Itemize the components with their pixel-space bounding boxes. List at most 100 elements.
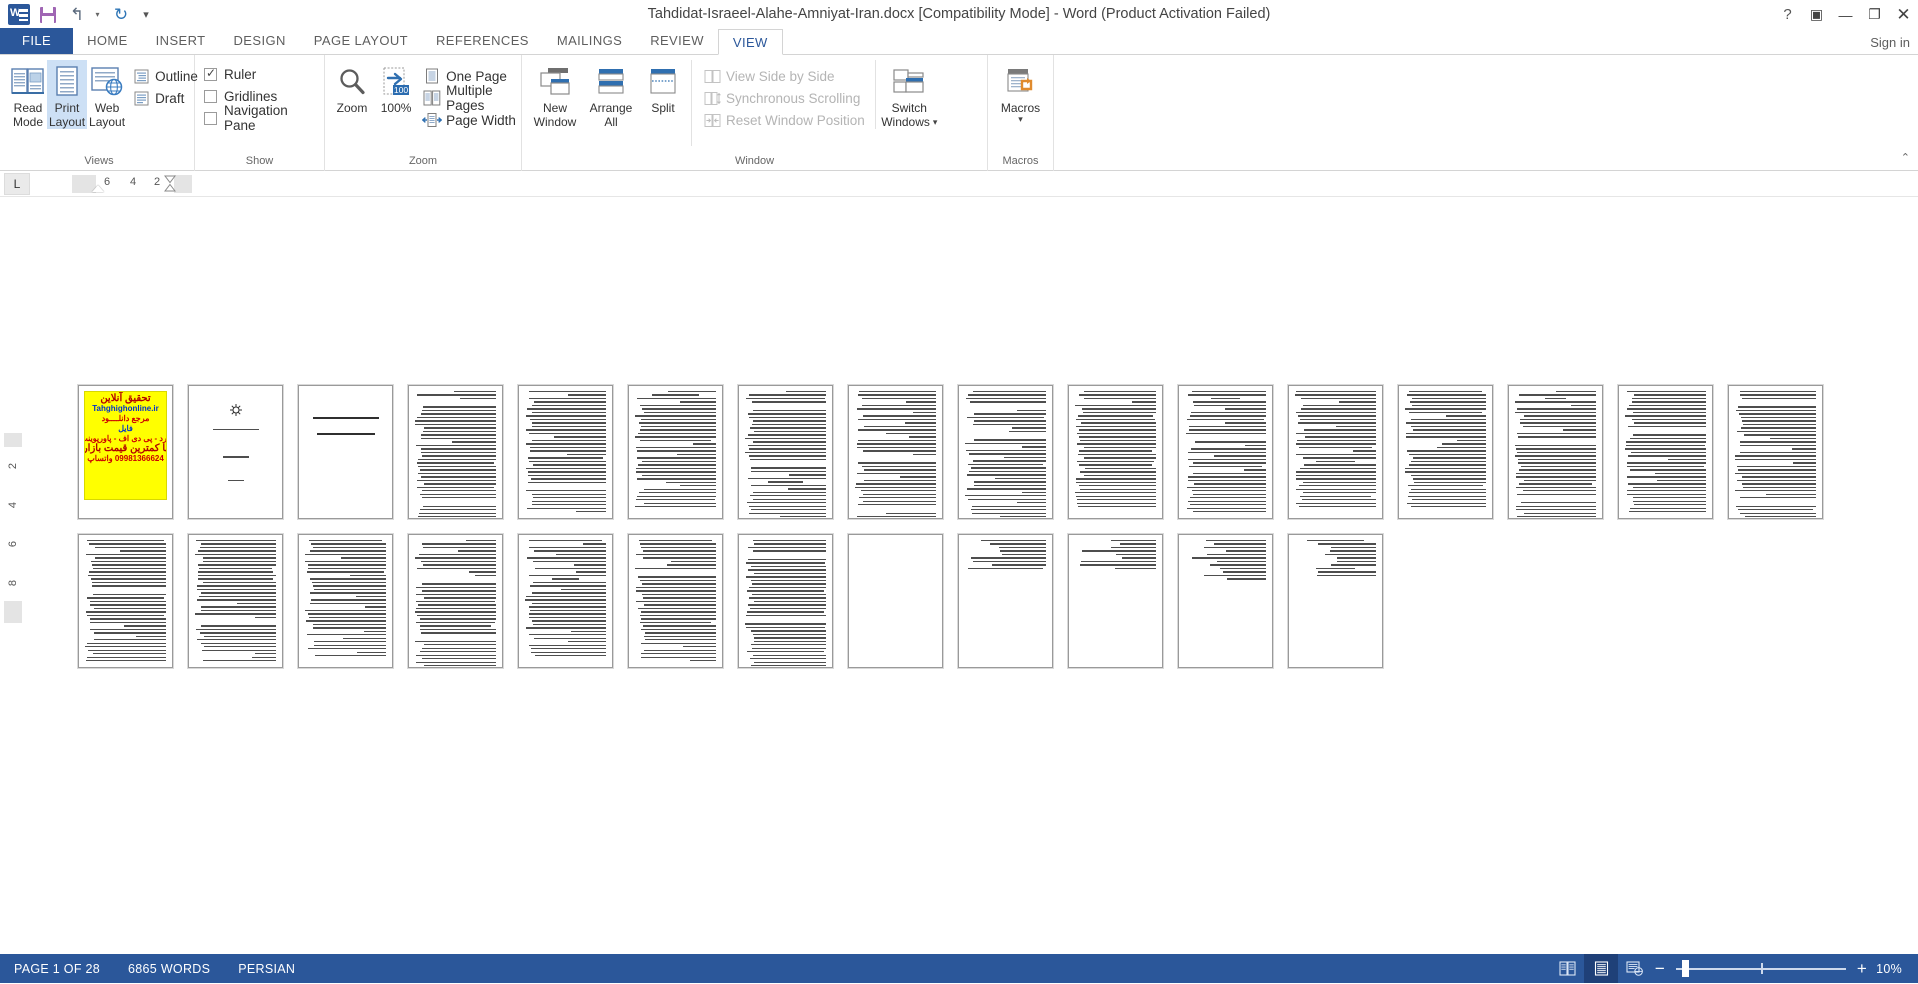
vruler-mark-8: 8 bbox=[7, 579, 19, 586]
zoom-button[interactable]: Zoom bbox=[330, 60, 374, 115]
text-line bbox=[305, 609, 386, 612]
macros-button[interactable]: Macros ▾ bbox=[993, 60, 1048, 124]
outline-button[interactable]: Outline bbox=[131, 65, 198, 87]
ribbon-display-options-button[interactable]: ▣ bbox=[1802, 0, 1831, 29]
left-indent-marker[interactable] bbox=[92, 184, 104, 192]
tab-design[interactable]: DESIGN bbox=[220, 28, 300, 54]
new-window-button[interactable]: New Window bbox=[527, 60, 583, 129]
print-layout-view-button[interactable] bbox=[1584, 954, 1618, 983]
page-thumbnail[interactable] bbox=[1178, 385, 1273, 519]
zoom-slider-handle[interactable] bbox=[1682, 960, 1689, 977]
zoom-slider[interactable] bbox=[1676, 954, 1846, 983]
text-line bbox=[1329, 550, 1376, 552]
page-thumbnail[interactable] bbox=[738, 385, 833, 519]
switch-windows-button[interactable]: Switch Windows ▾ bbox=[874, 60, 939, 129]
tab-references[interactable]: REFERENCES bbox=[422, 28, 543, 54]
page-thumbnail[interactable] bbox=[1068, 534, 1163, 668]
page-thumbnail[interactable] bbox=[408, 385, 503, 519]
page-width-button[interactable]: Page Width bbox=[422, 109, 516, 131]
vertical-ruler[interactable]: 2 4 6 8 bbox=[4, 447, 22, 602]
page-thumbnail[interactable] bbox=[958, 385, 1053, 519]
close-button[interactable]: ✕ bbox=[1889, 0, 1918, 29]
undo-button[interactable]: ↰ bbox=[64, 3, 90, 27]
page-thumbnail[interactable] bbox=[1728, 385, 1823, 519]
tab-stop-selector[interactable]: L bbox=[4, 172, 30, 195]
page-thumbnail[interactable] bbox=[188, 534, 283, 668]
print-layout-button[interactable]: Print Layout bbox=[47, 60, 88, 129]
reset-window-position-button[interactable]: Reset Window Position bbox=[702, 109, 865, 131]
tab-page-layout[interactable]: PAGE LAYOUT bbox=[300, 28, 422, 54]
word-count[interactable]: 6865 WORDS bbox=[114, 962, 224, 976]
page-indicator[interactable]: PAGE 1 OF 28 bbox=[0, 962, 114, 976]
view-side-by-side-button[interactable]: View Side by Side bbox=[702, 65, 865, 87]
language-indicator[interactable]: PERSIAN bbox=[224, 962, 309, 976]
text-line bbox=[415, 586, 496, 589]
horizontal-ruler[interactable]: 6 4 2 bbox=[72, 174, 192, 193]
minimize-button[interactable]: — bbox=[1831, 0, 1860, 29]
tab-mailings[interactable]: MAILINGS bbox=[543, 28, 636, 54]
page-thumbnail[interactable] bbox=[628, 534, 723, 668]
text-line bbox=[857, 429, 936, 431]
tab-view[interactable]: VIEW bbox=[717, 29, 783, 55]
read-mode-button[interactable]: Read Mode bbox=[9, 60, 47, 129]
text-line bbox=[417, 416, 496, 419]
text-line bbox=[745, 451, 826, 454]
text-line bbox=[421, 632, 496, 634]
text-line bbox=[1204, 546, 1266, 549]
navigation-pane-checkbox[interactable]: Navigation Pane bbox=[204, 103, 319, 133]
page-thumbnail[interactable] bbox=[1398, 385, 1493, 519]
restore-button[interactable]: ❐ bbox=[1860, 0, 1889, 29]
page-thumbnail[interactable] bbox=[628, 385, 723, 519]
save-button[interactable] bbox=[35, 3, 61, 27]
tab-insert[interactable]: INSERT bbox=[142, 28, 220, 54]
page-thumbnail[interactable] bbox=[78, 534, 173, 668]
page-thumbnail[interactable] bbox=[298, 385, 393, 519]
zoom-in-button[interactable]: + bbox=[1854, 959, 1870, 979]
page-thumbnail[interactable] bbox=[518, 534, 613, 668]
page-thumbnail[interactable] bbox=[958, 534, 1053, 668]
zoom-level-label[interactable]: 10% bbox=[1870, 962, 1912, 976]
help-button[interactable]: ? bbox=[1773, 0, 1802, 29]
text-line bbox=[787, 488, 826, 490]
document-canvas[interactable]: 2 4 6 8 تحقیق آنلاین Tahghighonline.ir م… bbox=[0, 197, 1918, 954]
multiple-pages-button[interactable]: Multiple Pages bbox=[422, 83, 516, 113]
page-thumbnail[interactable] bbox=[1178, 534, 1273, 668]
page-thumbnail[interactable] bbox=[188, 385, 283, 519]
chevron-up-icon[interactable]: ⌃ bbox=[1901, 151, 1910, 164]
text-line bbox=[1412, 457, 1486, 459]
page-thumbnail[interactable] bbox=[408, 534, 503, 668]
tab-home[interactable]: HOME bbox=[73, 28, 142, 54]
text-line bbox=[644, 639, 716, 641]
text-line bbox=[638, 422, 716, 424]
page-thumbnail[interactable] bbox=[848, 534, 943, 668]
zoom-out-button[interactable]: − bbox=[1652, 959, 1668, 979]
draft-button[interactable]: Draft bbox=[131, 87, 198, 109]
page-thumbnail[interactable] bbox=[848, 385, 943, 519]
arrange-all-button[interactable]: Arrange All bbox=[583, 60, 639, 129]
page-thumbnail[interactable] bbox=[518, 385, 613, 519]
web-layout-button[interactable]: Web Layout bbox=[87, 60, 127, 129]
page-thumbnail[interactable] bbox=[1618, 385, 1713, 519]
page-thumbnail[interactable]: تحقیق آنلاین Tahghighonline.ir مرجع دانل… bbox=[78, 385, 173, 519]
zoom-100-button[interactable]: 100 100% bbox=[374, 60, 418, 115]
sign-in-link[interactable]: Sign in bbox=[1870, 35, 1910, 50]
page-thumbnail[interactable] bbox=[1068, 385, 1163, 519]
page-thumbnail[interactable] bbox=[738, 534, 833, 668]
text-line bbox=[751, 509, 826, 511]
repeat-button[interactable]: ↻ bbox=[108, 3, 134, 27]
text-line bbox=[863, 479, 936, 482]
tab-file[interactable]: FILE bbox=[0, 28, 74, 54]
page-thumbnail[interactable] bbox=[1508, 385, 1603, 519]
web-layout-view-button[interactable] bbox=[1618, 954, 1652, 983]
page-thumbnail[interactable] bbox=[1288, 534, 1383, 668]
ruler-checkbox[interactable]: Ruler bbox=[204, 63, 319, 85]
synchronous-scrolling-button[interactable]: Synchronous Scrolling bbox=[702, 87, 865, 109]
right-indent-marker[interactable] bbox=[164, 175, 176, 192]
read-mode-view-button[interactable] bbox=[1550, 954, 1584, 983]
page-thumbnail[interactable] bbox=[298, 534, 393, 668]
tab-review[interactable]: REVIEW bbox=[636, 28, 718, 54]
split-button[interactable]: Split bbox=[639, 60, 687, 115]
page-thumbnail[interactable] bbox=[1288, 385, 1383, 519]
undo-dropdown-icon[interactable]: ▾ bbox=[93, 3, 105, 27]
customize-qat-icon[interactable]: ▾ bbox=[137, 3, 155, 27]
